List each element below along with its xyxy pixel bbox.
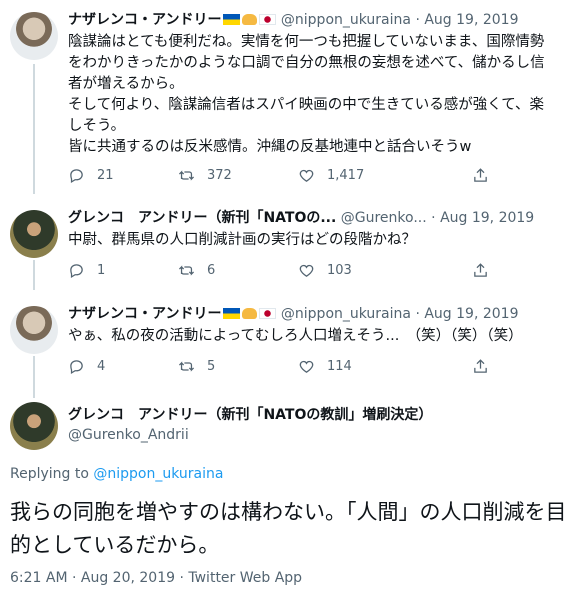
retweet-count: 372	[207, 168, 232, 183]
share-button[interactable]	[472, 167, 489, 184]
author-handle[interactable]: @nippon_ukuraina	[281, 12, 411, 28]
japan-flag-icon	[259, 308, 277, 319]
main-author-handle[interactable]: @Gurenko_Andrii	[68, 425, 432, 445]
reply-count: 4	[97, 359, 106, 374]
author-handle[interactable]: @Gurenko...	[341, 210, 427, 226]
like-count: 103	[327, 263, 352, 278]
author-name[interactable]: ナザレンコ・アンドリー	[68, 12, 221, 28]
thread-line	[33, 356, 35, 398]
tweet-header: ナザレンコ・アンドリー @nippon_ukuraina · Aug 19, 2…	[68, 10, 568, 30]
share-button[interactable]	[472, 262, 489, 279]
avatar[interactable]	[10, 306, 58, 354]
tweet-date[interactable]: Aug 19, 2019	[424, 12, 518, 28]
reply-icon	[70, 264, 83, 279]
handshake-icon	[242, 308, 258, 319]
thread-line	[33, 64, 35, 194]
reply-button[interactable]: 21	[68, 167, 114, 184]
thread-line	[33, 260, 35, 290]
handshake-icon	[242, 14, 258, 25]
ukraine-flag-icon	[223, 308, 241, 319]
tweet-text: 中尉、群馬県の人口削減計画の実行はどの段階かね？	[68, 232, 416, 248]
share-icon	[474, 359, 487, 373]
retweet-icon	[178, 265, 195, 276]
author-name[interactable]: グレンコ アンドリー（新刊「NATOの...	[68, 210, 336, 226]
tweet-actions: 21 372 1,417	[68, 167, 508, 187]
share-icon	[474, 168, 487, 182]
tweet-text: やぁ、私の夜の活動によってむしろ人口増えそう... （笑）（笑）（笑）	[68, 328, 523, 344]
like-icon	[299, 264, 314, 277]
share-button[interactable]	[472, 358, 489, 375]
separator: ·	[415, 12, 420, 28]
tweet-header: ナザレンコ・アンドリー @nippon_ukuraina · Aug 19, 2…	[68, 304, 568, 324]
avatar[interactable]	[10, 12, 58, 60]
tweet-text: 陰謀論はとても便利だね。実情を何一つも把握していないまま、国際情勢 をわかりきっ…	[68, 34, 545, 155]
separator: ·	[415, 306, 420, 322]
replying-prefix: Replying to	[10, 466, 89, 482]
separator: ·	[431, 210, 436, 226]
reply-button[interactable]: 4	[68, 358, 105, 375]
tweet-actions: 4 5 114	[68, 358, 508, 378]
retweet-count: 5	[207, 359, 216, 374]
replying-to: Replying to @nippon_ukuraina	[10, 466, 223, 482]
main-tweet-text: 我らの同胞を増やすのは構わない。「人間」の人口削減を目的としているだから。	[10, 500, 567, 557]
main-avatar[interactable]	[10, 402, 58, 450]
tweet-date[interactable]: Aug 19, 2019	[424, 306, 518, 322]
reply-icon	[70, 360, 83, 375]
retweet-icon	[178, 361, 195, 372]
tweet-meta[interactable]: 6:21 AM · Aug 20, 2019 · Twitter Web App	[10, 570, 302, 586]
japan-flag-icon	[259, 14, 277, 25]
reply-count: 21	[97, 168, 114, 183]
reply-count: 1	[97, 263, 106, 278]
main-author-name[interactable]: グレンコ アンドリー（新刊「NATOの教訓」増刷決定）	[68, 405, 432, 425]
like-button[interactable]: 1,417	[298, 167, 364, 184]
retweet-button[interactable]: 372	[178, 167, 232, 184]
like-count: 114	[327, 359, 352, 374]
tweet-date[interactable]: Aug 19, 2019	[440, 210, 534, 226]
avatar[interactable]	[10, 210, 58, 258]
retweet-button[interactable]: 6	[178, 262, 215, 279]
main-tweet-header: グレンコ アンドリー（新刊「NATOの教訓」増刷決定） @Gurenko_And…	[68, 405, 432, 445]
like-icon	[299, 360, 314, 373]
replying-to-link[interactable]: @nippon_ukuraina	[93, 466, 223, 482]
retweet-button[interactable]: 5	[178, 358, 215, 375]
author-name[interactable]: ナザレンコ・アンドリー	[68, 306, 221, 322]
author-handle[interactable]: @nippon_ukuraina	[281, 306, 411, 322]
like-button[interactable]: 114	[298, 358, 352, 375]
tweet-actions: 1 6 103	[68, 262, 508, 282]
like-icon	[299, 169, 314, 182]
ukraine-flag-icon	[223, 14, 241, 25]
like-button[interactable]: 103	[298, 262, 352, 279]
share-icon	[474, 263, 487, 277]
tweet-header: グレンコ アンドリー（新刊「NATOの... @Gurenko... · Aug…	[68, 208, 568, 228]
like-count: 1,417	[327, 168, 365, 183]
reply-icon	[70, 169, 83, 184]
reply-button[interactable]: 1	[68, 262, 105, 279]
retweet-count: 6	[207, 263, 216, 278]
retweet-icon	[178, 170, 195, 181]
